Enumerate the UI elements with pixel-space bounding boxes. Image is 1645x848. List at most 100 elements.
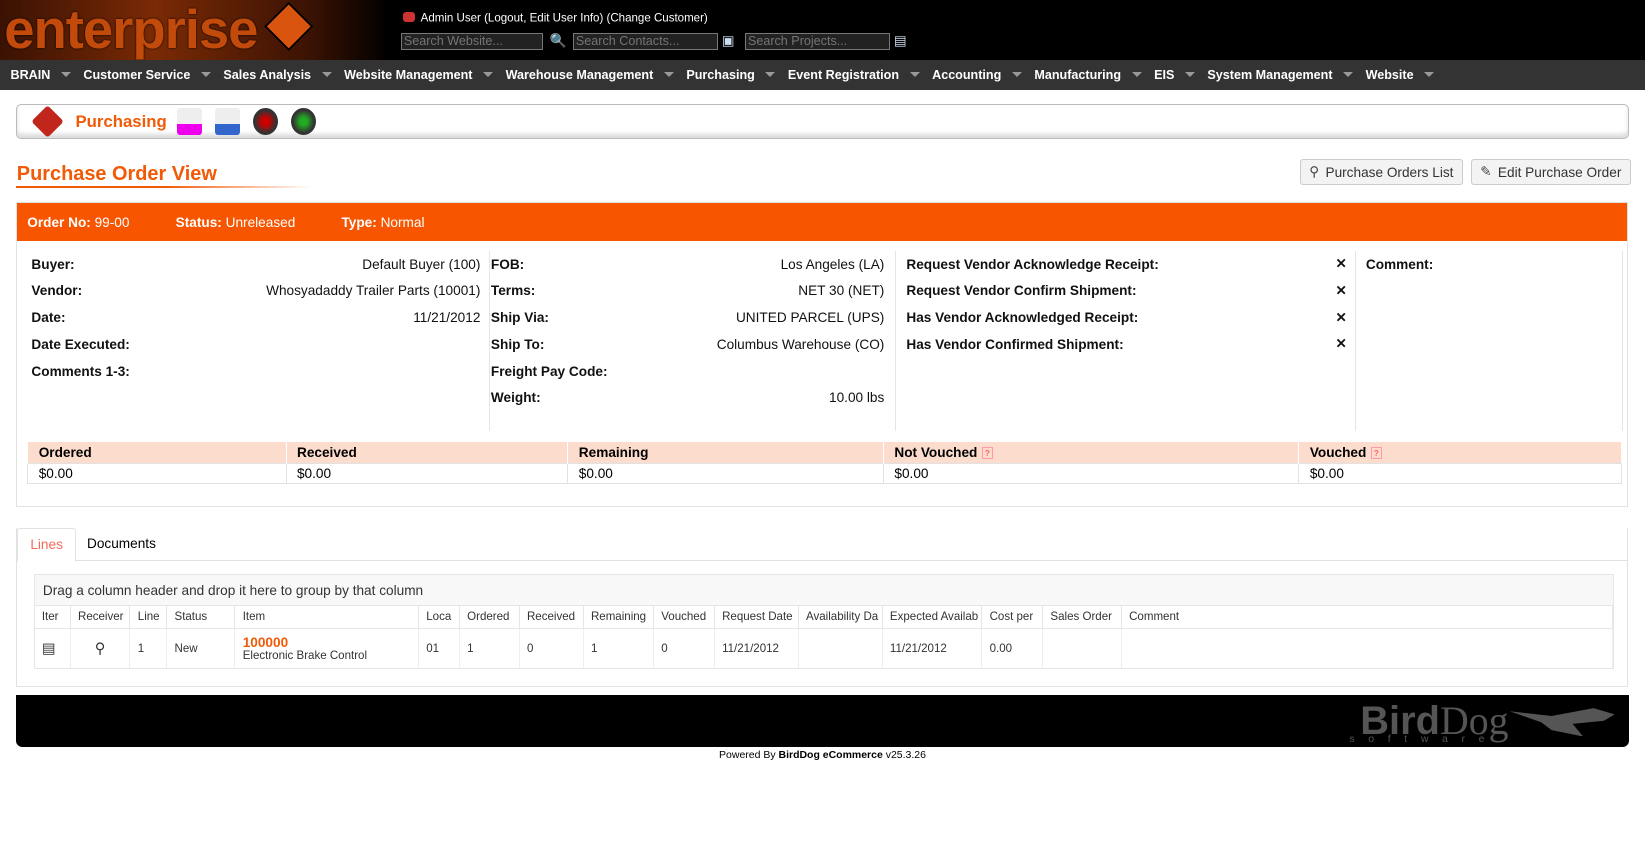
detail-value: 10.00 lbs — [829, 390, 885, 406]
detail-row: Freight Pay Code: — [491, 358, 884, 385]
cell-vouched: 0 — [653, 628, 715, 669]
detail-label: Freight Pay Code: — [490, 363, 608, 379]
column-header[interactable]: Iter — [34, 606, 71, 630]
nav-system-management[interactable]: System Management — [1207, 68, 1353, 82]
detail-value: Los Angeles (LA) — [780, 256, 885, 272]
enterprise-logo[interactable]: enterprise — [0, 0, 389, 60]
summary-value: $0.00 — [567, 462, 884, 485]
order-number: 99-00 — [94, 214, 130, 230]
detail-label: Ship To: — [490, 336, 545, 352]
magnifier-icon[interactable]: 🔍 — [550, 33, 567, 49]
column-header[interactable]: Availability Da — [798, 606, 883, 630]
detail-row: Request Vendor Confirm Shipment: ✕ — [906, 277, 1347, 304]
cell-line: 1 — [129, 628, 168, 669]
column-header[interactable]: Remaining — [583, 606, 654, 630]
summary-table: Ordered Received Remaining Not Vouched? … — [27, 441, 1622, 485]
main-nav: BRAIN Customer Service Sales Analysis We… — [0, 59, 1645, 91]
help-icon[interactable]: ? — [1370, 446, 1382, 460]
column-header[interactable]: Item — [234, 606, 419, 630]
item-link[interactable]: 100000 — [243, 635, 411, 650]
edit-purchase-order-button[interactable]: ✎ Edit Purchase Order — [1470, 159, 1631, 185]
detail-row: Vendor: Whosyadaddy Trailer Parts (10001) — [31, 277, 480, 304]
detail-row: Ship Via: UNITED PARCEL (UPS) — [491, 304, 884, 331]
pencil-icon: ✎ — [1480, 164, 1492, 180]
item-detail-icon[interactable]: ▤ — [34, 628, 71, 669]
detail-row: Has Vendor Acknowledged Receipt: ✕ — [906, 304, 1347, 331]
user-info[interactable]: Admin User (Logout, Edit User Info) (Cha… — [402, 11, 708, 24]
x-icon: ✕ — [1335, 309, 1347, 325]
column-header[interactable]: Expected Availab — [882, 606, 983, 630]
cell-comment — [1121, 628, 1614, 669]
table-row[interactable]: ▤ ⚲ 1 New 100000 Electronic Brake Control… — [34, 628, 1614, 669]
tab-lines[interactable]: Lines — [16, 527, 77, 563]
module-bar: Purchasing — [15, 103, 1630, 140]
detail-value: Columbus Warehouse (CO) — [716, 336, 885, 352]
column-header[interactable]: Ordered — [459, 606, 520, 630]
summary-header: Received — [285, 441, 568, 464]
nav-warehouse-management[interactable]: Warehouse Management — [506, 68, 674, 82]
cell-availability — [798, 628, 883, 669]
vendor-approve-icon[interactable] — [290, 108, 316, 136]
column-header[interactable]: Comment — [1121, 606, 1614, 630]
nav-website[interactable]: Website — [1366, 68, 1434, 82]
detail-label: Vendor: — [31, 283, 83, 299]
detail-label: Request Vendor Acknowledge Receipt: — [906, 256, 1159, 272]
group-drop-area[interactable]: Drag a column header and drop it here to… — [34, 574, 1614, 607]
detail-value: Default Buyer (100) — [362, 256, 481, 272]
nav-manufacturing[interactable]: Manufacturing — [1034, 68, 1141, 82]
vendor-flags-col: Request Vendor Acknowledge Receipt: ✕ Requ… — [906, 250, 1357, 432]
purchase-order-help-icon[interactable] — [215, 108, 241, 136]
search-contacts-input[interactable] — [572, 32, 718, 51]
detail-row: Buyer: Default Buyer (100) — [31, 251, 480, 278]
contacts-icon[interactable]: ▣ — [722, 33, 737, 49]
column-header[interactable]: Receiver — [70, 606, 131, 630]
column-header[interactable]: Vouched — [653, 606, 715, 630]
user-links[interactable]: Admin User (Logout, Edit User Info) (Cha… — [421, 12, 708, 24]
column-header[interactable]: Line — [129, 606, 168, 630]
column-header[interactable]: Sales Order — [1042, 606, 1122, 630]
detail-label: Weight: — [490, 390, 541, 406]
summary-value: $0.00 — [285, 462, 569, 485]
nav-eis[interactable]: EIS — [1154, 68, 1195, 82]
nav-accounting[interactable]: Accounting — [932, 68, 1022, 82]
column-header[interactable]: Loca — [418, 606, 460, 630]
summary-header: Ordered — [27, 441, 286, 464]
purchase-order-report-icon[interactable] — [177, 108, 203, 136]
detail-row: Request Vendor Acknowledge Receipt: ✕ — [906, 251, 1347, 278]
x-icon: ✕ — [1335, 256, 1347, 272]
cell-received: 0 — [519, 628, 584, 669]
header: enterprise Admin User (Logout, Edit User… — [0, 0, 1645, 60]
module-title[interactable]: Purchasing — [75, 112, 166, 132]
x-icon: ✕ — [1335, 282, 1347, 298]
help-icon[interactable]: ? — [981, 446, 994, 460]
detail-row: Date: 11/21/2012 — [31, 304, 480, 331]
column-header[interactable]: Request Date — [714, 606, 799, 630]
column-header[interactable]: Received — [519, 606, 584, 630]
detail-row: Ship To: Columbus Warehouse (CO) — [491, 331, 884, 358]
cell-remaining: 1 — [583, 628, 654, 669]
nav-purchasing[interactable]: Purchasing — [686, 68, 775, 82]
projects-icon[interactable]: ▤ — [894, 33, 909, 49]
purchase-orders-list-button[interactable]: ⚲ Purchase Orders List — [1299, 159, 1463, 185]
column-header[interactable]: Cost per — [981, 606, 1044, 630]
detail-row: Comments 1-3: — [31, 358, 480, 385]
search-website-input[interactable] — [400, 32, 544, 51]
detail-value: UNITED PARCEL (UPS) — [735, 310, 885, 326]
nav-customer-service[interactable]: Customer Service — [83, 68, 210, 82]
receiver-search-icon[interactable]: ⚲ — [70, 628, 131, 669]
detail-row: FOB: Los Angeles (LA) — [491, 251, 884, 278]
detail-label: FOB: — [490, 256, 525, 272]
order-details-col1: Buyer: Default Buyer (100) Vendor: Whosyada… — [31, 250, 490, 432]
cell-location: 01 — [418, 628, 460, 669]
nav-website-management[interactable]: Website Management — [344, 68, 493, 82]
search-projects-input[interactable] — [744, 32, 890, 51]
cell-item: 100000 Electronic Brake Control — [234, 628, 419, 669]
vendor-icon[interactable] — [252, 108, 278, 136]
nav-sales-analysis[interactable]: Sales Analysis — [223, 68, 331, 82]
nav-event-registration[interactable]: Event Registration — [788, 68, 920, 82]
column-header[interactable]: Status — [166, 606, 236, 630]
search-icon: ⚲ — [1309, 164, 1320, 180]
tab-documents[interactable]: Documents — [74, 528, 168, 561]
powered-by: Powered By BirdDog eCommerce v25.3.26 — [719, 750, 926, 762]
nav-brain[interactable]: BRAIN — [10, 68, 70, 82]
